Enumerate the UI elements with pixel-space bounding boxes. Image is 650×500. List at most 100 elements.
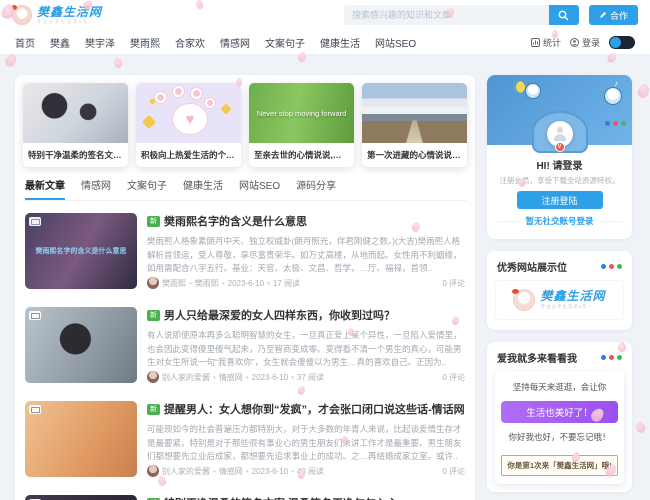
tab-emotion[interactable]: 情感网 xyxy=(81,177,111,200)
nav-item-family[interactable]: 合家欢 xyxy=(175,35,205,50)
nav-item-fanxin[interactable]: 樊鑫 xyxy=(50,35,70,50)
stats-link[interactable]: 统计 xyxy=(530,36,561,49)
site-title: 樊鑫生活网 xyxy=(37,5,103,19)
nav-item-seo[interactable]: 网站SEO xyxy=(375,35,416,50)
featured-card[interactable]: 第一次进藏的心情说说,西藏旅行… xyxy=(362,83,467,167)
article-comments[interactable]: 0 评论 xyxy=(442,372,465,383)
article-thumbnail xyxy=(25,307,137,383)
showcase-site-banner[interactable]: 樊鑫生活网 专注分享生活第6年+ xyxy=(495,280,624,320)
new-badge: 新 xyxy=(147,215,160,227)
nav-item-copywriting[interactable]: 文案句子 xyxy=(265,35,305,50)
article-list-item[interactable]: 新 提醒男人：女人想你到“发疯”，才会张口闭口说这些话-情话网 可能现如今的社会… xyxy=(23,389,467,483)
decor-dots xyxy=(601,264,622,269)
article-title[interactable]: 提醒男人：女人想你到“发疯”，才会张口闭口说这些话-情话网 xyxy=(164,401,465,417)
featured-caption: 至亲去世的心情说说,亲人突然去… xyxy=(254,150,354,160)
main-content-panel: 特别干净温柔的签名文案,温柔签… ♥ 积极向上热爱生活的个性签名,积… Neve xyxy=(15,75,475,500)
nav-item-emotion[interactable]: 情感网 xyxy=(220,35,250,50)
road-graphic xyxy=(406,120,423,143)
article-meta: 别人家的爱酱 情感网 2023-6-10 37 阅读 0 评论 xyxy=(147,371,465,383)
nav-item-health[interactable]: 健康生活 xyxy=(320,35,360,50)
article-tabs: 最新文章 情感网 文案句子 健康生活 网站SEO 源码分享 xyxy=(23,177,467,201)
featured-carousel: 特别干净温柔的签名文案,温柔签… ♥ 积极向上热爱生活的个性签名,积… Neve xyxy=(23,83,467,167)
article-excerpt: 有人说即使原本再多么聪明智慧的女生，一旦真正爱上某个异性，一旦陷入爱情里，也会因… xyxy=(147,330,462,368)
article-title[interactable]: 樊雨熙名字的含义是什么意思 xyxy=(164,213,307,229)
login-card: ♪ V HI! 请登录 注册会员，享受下载全站资源特权。 注册登陆 暂无社交账号… xyxy=(487,75,632,239)
article-category[interactable]: 情感网 xyxy=(219,372,243,383)
search-button[interactable] xyxy=(548,5,579,25)
new-badge: 新 xyxy=(147,309,160,321)
article-thumbnail: 樊雨熙名字的含义是什么意思 xyxy=(25,213,137,289)
register-login-button[interactable]: 注册登陆 xyxy=(516,191,603,209)
featured-card[interactable]: ♥ 积极向上热爱生活的个性签名,积… xyxy=(136,83,241,167)
article-date: 2023-6-10 xyxy=(227,278,265,288)
featured-image-cat-paw: ♥ xyxy=(136,83,241,143)
nav-item-home[interactable]: 首页 xyxy=(15,35,35,50)
dark-mode-toggle[interactable] xyxy=(609,35,635,49)
article-author[interactable]: 别人家的爱酱 xyxy=(162,372,210,383)
featured-image-anime-girl xyxy=(23,83,128,143)
article-reads: 17 阅读 xyxy=(272,278,301,288)
featured-card[interactable]: Never stop moving forward 至亲去世的心情说说,亲人突然… xyxy=(249,83,354,167)
author-avatar xyxy=(147,465,159,477)
tab-source-share[interactable]: 源码分享 xyxy=(296,177,336,200)
doraemon-icon xyxy=(604,87,622,105)
gallery-icon xyxy=(29,405,41,414)
search-input[interactable] xyxy=(343,5,549,25)
showcase-title: 优秀网站展示位 xyxy=(497,263,567,274)
stats-icon xyxy=(530,37,540,47)
cooperation-button[interactable]: 合作 xyxy=(588,5,638,25)
showcase-card: 优秀网站展示位 樊鑫生活网 专注分享生活第6年+ xyxy=(487,251,632,330)
featured-caption: 特别干净温柔的签名文案,温柔签… xyxy=(28,150,128,160)
tab-latest[interactable]: 最新文章 xyxy=(25,177,65,200)
article-date: 2023-6-10 xyxy=(251,372,289,382)
article-comments[interactable]: 0 评论 xyxy=(442,278,465,289)
banner-avatar-icon xyxy=(512,289,536,311)
featured-caption: 积极向上热爱生活的个性签名,积… xyxy=(141,150,241,160)
login-description: 注册会员，享受下载全站资源特权。 xyxy=(499,176,620,185)
top-header: 樊鑫生活网 专注分享生活第6年+ 合作 xyxy=(0,0,650,30)
article-comments[interactable]: 0 评论 xyxy=(442,466,465,477)
article-list-item[interactable]: 新 特别干净温柔的签名文案,温柔签名干净句句入心 xyxy=(23,483,467,500)
visit-content-box: 坚持每天来逛逛，会让你 生活也美好了！ 你好我也好，不要忘记哦！ 你是第1次来「… xyxy=(495,371,624,484)
featured-overlay-text: Never stop moving forward xyxy=(256,108,347,118)
featured-card[interactable]: 特别干净温柔的签名文案,温柔签… xyxy=(23,83,128,167)
featured-image-mountain-road xyxy=(362,83,467,143)
featured-caption: 第一次进藏的心情说说,西藏旅行… xyxy=(367,150,467,160)
article-title[interactable]: 男人只给最深爱的女人四样东西，你收到过吗？ xyxy=(164,307,395,323)
life-better-button[interactable]: 生活也美好了！ xyxy=(501,401,618,423)
article-list-item[interactable]: 樊雨熙名字的含义是什么意思 新 樊雨熙名字的含义是什么意思 樊雨熙人格象素朗月中… xyxy=(23,201,467,295)
article-category[interactable]: 樊雨熙 xyxy=(195,278,219,289)
music-note-icon: ♪ xyxy=(614,79,618,88)
visit-line2: 你好我也好，不要忘记哦！ xyxy=(508,432,611,442)
logo-avatar-icon xyxy=(11,5,32,25)
social-login-link[interactable]: 暂无社交账号登录 xyxy=(526,215,594,227)
article-author[interactable]: 樊雨熙 xyxy=(162,278,186,289)
tab-health[interactable]: 健康生活 xyxy=(183,177,223,200)
article-title[interactable]: 特别干净温柔的签名文案,温柔签名干净句句入心 xyxy=(164,495,398,500)
banner-site-title: 樊鑫生活网 xyxy=(540,289,606,304)
visit-card: 爱我就多来看看我 坚持每天来逛逛，会让你 生活也美好了！ 你好我也好，不要忘记哦… xyxy=(487,342,632,492)
article-reads: 40 阅读 xyxy=(296,466,325,476)
article-date: 2023-6-10 xyxy=(251,466,289,476)
login-link[interactable]: 登录 xyxy=(569,36,600,49)
featured-image-green-field: Never stop moving forward xyxy=(249,83,354,143)
site-slogan: 专注分享生活第6年+ xyxy=(37,19,94,24)
article-excerpt: 可能现如今的社会普遍压力都特别大，对于大多数的年青人来说，比起谈爱情生存才是最要… xyxy=(147,424,462,462)
article-meta: 樊雨熙 樊雨熙 2023-6-10 17 阅读 0 评论 xyxy=(147,277,465,289)
nav-item-fanyuxi[interactable]: 樊雨熙 xyxy=(130,35,160,50)
nav-item-fanyuze[interactable]: 樊宇泽 xyxy=(85,35,115,50)
site-logo[interactable]: 樊鑫生活网 专注分享生活第6年+ xyxy=(11,5,103,25)
search-bar: 合作 xyxy=(343,5,638,25)
pencil-icon xyxy=(599,12,606,18)
article-list-item[interactable]: 新 男人只给最深爱的女人四样东西，你收到过吗？ 有人说即使原本再多么聪明智慧的女… xyxy=(23,295,467,389)
main-navigation: 首页 樊鑫 樊宇泽 樊雨熙 合家欢 情感网 文案句子 健康生活 网站SEO 统计… xyxy=(0,30,650,55)
visit-title: 爱我就多来看看我 xyxy=(497,354,577,365)
article-thumbnail xyxy=(25,401,137,477)
article-author[interactable]: 别人家的爱酱 xyxy=(162,466,210,477)
tab-seo[interactable]: 网站SEO xyxy=(239,177,280,200)
tab-copywriting[interactable]: 文案句子 xyxy=(127,177,167,200)
login-greeting: HI! 请登录 xyxy=(536,161,583,172)
article-category[interactable]: 情感网 xyxy=(219,466,243,477)
moon-icon xyxy=(513,81,525,93)
author-avatar xyxy=(147,371,159,383)
